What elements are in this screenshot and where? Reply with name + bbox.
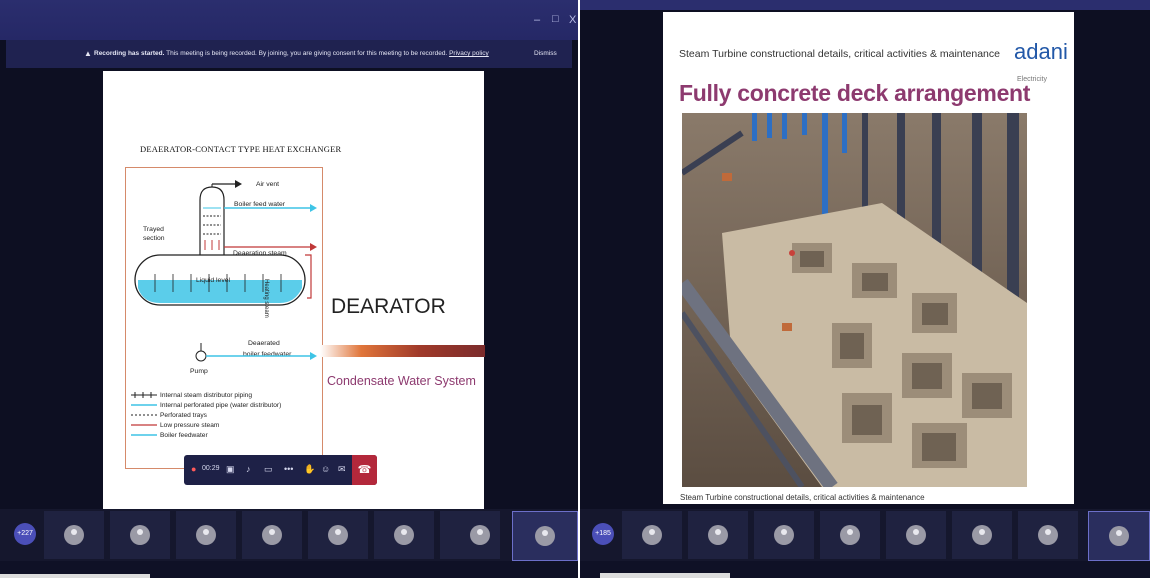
meeting-toolbar: ● 00:29 ▣ ♪ ▭ ••• ✋ ☺ ✉ ☎ <box>184 455 377 485</box>
label-boiler-feed-water: Boiler feed water <box>234 201 286 208</box>
mic-icon[interactable]: ♪ <box>246 464 251 474</box>
participant-tile[interactable] <box>176 511 236 559</box>
slide-footer: Steam Turbine constructional details, cr… <box>680 493 925 502</box>
close-button[interactable]: X <box>569 14 576 26</box>
label-section: section <box>143 235 165 242</box>
avatar <box>328 525 348 545</box>
legend-item: Boiler feedwater <box>160 432 208 439</box>
avatar <box>196 525 216 545</box>
banner-text: Recording has started. This meeting is b… <box>94 50 489 57</box>
diagram-title: DEAERATOR-CONTACT TYPE HEAT EXCHANGER <box>140 144 342 154</box>
maximize-button[interactable]: □ <box>552 13 559 25</box>
meeting-timer: 00:29 <box>202 465 220 472</box>
title-bar <box>580 0 1150 10</box>
avatar <box>535 526 555 546</box>
participant-tile[interactable] <box>110 511 170 559</box>
warning-icon: ▲ <box>84 49 92 58</box>
label-air-vent: Air vent <box>256 181 280 188</box>
participant-tile[interactable] <box>308 511 368 559</box>
label-water-storage: Water storage section <box>164 320 230 327</box>
more-icon[interactable]: ••• <box>284 464 293 474</box>
label-deaeration-steam: Deaeration steam <box>233 250 287 257</box>
chat-icon[interactable]: ✉ <box>338 464 346 475</box>
avatar <box>130 525 150 545</box>
camera-icon[interactable]: ▣ <box>226 464 235 475</box>
slide-title-dearator: DEARATOR <box>331 295 446 318</box>
avatar <box>262 525 282 545</box>
participant-overflow-count[interactable]: +185 <box>592 523 614 545</box>
banner-message: This meeting is being recorded. By joini… <box>166 50 448 57</box>
participant-tile[interactable] <box>754 511 814 559</box>
label-trayed: Trayed <box>143 226 164 233</box>
participants-strip-right: +185 <box>580 509 1150 561</box>
self-view-tile[interactable] <box>512 511 578 561</box>
legend-item: Perforated trays <box>160 412 207 419</box>
record-icon: ● <box>191 464 197 474</box>
legend-item: Internal steam distributor piping <box>160 392 252 399</box>
avatar <box>1109 526 1129 546</box>
participant-tile[interactable] <box>44 511 104 559</box>
pump-diagram <box>195 343 317 362</box>
scroll-indicator[interactable] <box>0 574 150 578</box>
participant-overflow-count[interactable]: +227 <box>14 523 36 545</box>
label-liquid-level: Liquid level <box>196 277 231 284</box>
banner-bold: Recording has started. <box>94 50 165 57</box>
avatar <box>64 525 84 545</box>
avatar <box>972 525 992 545</box>
self-view-tile[interactable] <box>1088 511 1150 561</box>
slide-subtitle: Condensate Water System <box>327 374 476 388</box>
privacy-link[interactable]: Privacy policy <box>449 50 489 57</box>
dismiss-button[interactable]: Dismiss <box>534 50 557 57</box>
avatar <box>394 525 414 545</box>
legend-item: Internal perforated pipe (water distribu… <box>160 402 282 409</box>
avatar <box>708 525 728 545</box>
slide-header: Steam Turbine constructional details, cr… <box>679 48 1000 60</box>
participant-tile[interactable] <box>820 511 880 559</box>
accent-bar <box>320 345 485 357</box>
label-heating-steam: Heating steam <box>263 279 269 318</box>
avatar <box>840 525 860 545</box>
scroll-indicator[interactable] <box>600 573 730 578</box>
participant-tile[interactable] <box>688 511 748 559</box>
avatar <box>774 525 794 545</box>
hand-icon[interactable]: ✋ <box>304 464 315 475</box>
reactions-icon[interactable]: ☺ <box>321 464 330 474</box>
participant-tile[interactable] <box>886 511 946 559</box>
bottom-bar-right <box>580 561 1150 578</box>
recording-banner: ▲ Recording has started. This meeting is… <box>6 40 572 68</box>
legend-swatches <box>131 392 157 436</box>
legend-item: Low pressure steam <box>160 422 220 429</box>
leave-call-button[interactable]: ☎ <box>352 455 377 485</box>
avatar <box>906 525 926 545</box>
participant-tile[interactable] <box>952 511 1012 559</box>
concrete-deck-photo <box>682 113 1027 487</box>
participants-strip-left: +227 <box>0 509 578 561</box>
share-icon[interactable]: ▭ <box>264 464 273 475</box>
adani-logo: adani <box>1014 39 1068 64</box>
minimize-button[interactable]: – <box>534 14 540 26</box>
participant-tile[interactable] <box>440 511 500 559</box>
participant-tile[interactable] <box>242 511 302 559</box>
avatar <box>1038 525 1058 545</box>
slide-title-deck: Fully concrete deck arrangement <box>679 80 1031 106</box>
avatar <box>470 525 490 545</box>
avatar <box>642 525 662 545</box>
participant-tile[interactable] <box>1018 511 1078 559</box>
participant-tile[interactable] <box>622 511 682 559</box>
bottom-bar-left <box>0 561 578 578</box>
title-bar: – □ X <box>0 0 578 40</box>
participant-tile[interactable] <box>374 511 434 559</box>
deaerator-diagram <box>134 180 317 306</box>
